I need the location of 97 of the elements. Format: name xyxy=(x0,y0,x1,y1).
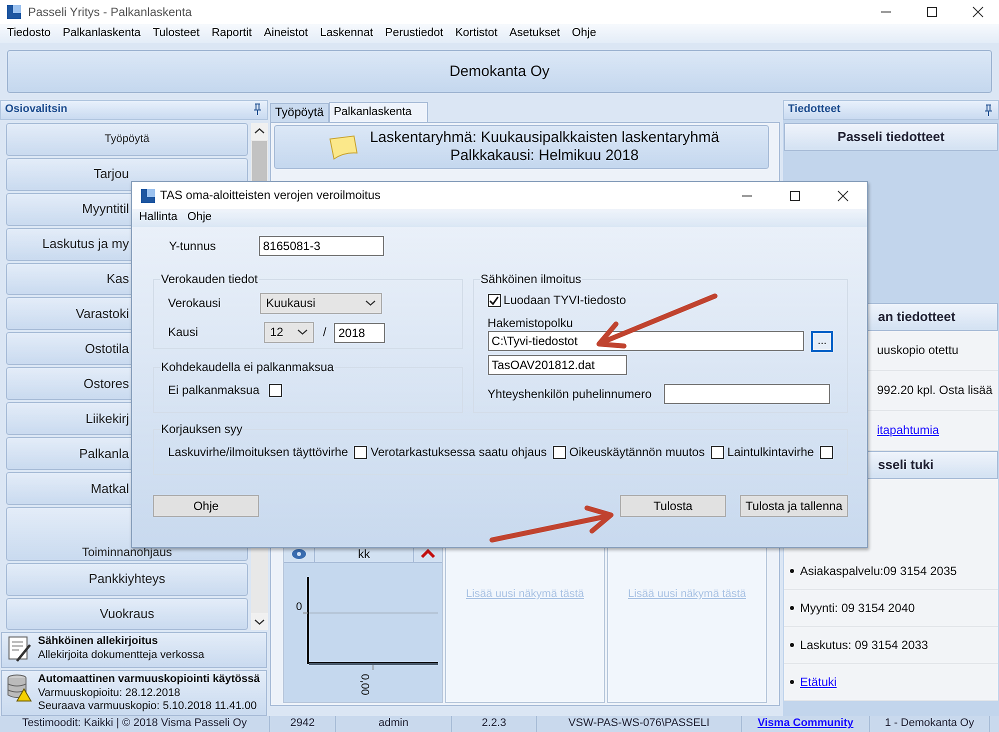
menu-item[interactable]: Ohje xyxy=(187,211,212,225)
menu-item[interactable]: Laskennat xyxy=(320,26,374,40)
app-icon xyxy=(140,188,156,204)
close-icon xyxy=(972,6,984,18)
dropdown-value: Kuukausi xyxy=(266,296,316,311)
menu-item[interactable]: Hallinta xyxy=(139,211,178,225)
bullet-icon xyxy=(790,569,794,573)
header-text: Laskentaryhmä: Kuukausipalkkaisten laskentaryhmä xyxy=(370,129,720,147)
pin-icon[interactable] xyxy=(983,104,994,116)
bullet-icon xyxy=(790,680,794,684)
status-text: admin xyxy=(378,717,408,731)
contact-text: Laskutus: 09 3154 2033 xyxy=(800,638,928,652)
close-icon xyxy=(837,190,849,202)
notice-title: Automaattinen varmuuskopiointi käytössä xyxy=(38,673,260,687)
field-label: Verokausi xyxy=(168,296,222,311)
checkbox-label: Luodaan TYVI-tiedosto xyxy=(504,293,626,308)
axis-label: 0 xyxy=(296,601,302,614)
notice-text: Varmuuskopioitu: 28.12.2018 xyxy=(38,686,182,700)
input-field[interactable]: 2018 xyxy=(334,322,386,342)
menu-item[interactable]: Tiedosto xyxy=(7,26,51,40)
module-button[interactable]: Työpöytä xyxy=(6,122,248,156)
panel-title: Tiedotteet xyxy=(788,103,840,117)
field-label: Hakemistopolku xyxy=(488,316,574,331)
notice-text: Allekirjoita dokumentteja verkossa xyxy=(38,648,204,662)
collapse-icon[interactable] xyxy=(420,547,436,561)
eye-icon[interactable] xyxy=(291,547,307,561)
pin-icon[interactable] xyxy=(252,103,263,116)
menu-item[interactable]: Raportit xyxy=(212,26,252,40)
notice-panel[interactable]: Sähköinen allekirjoitus Allekirjoita dokumentteja verkossa xyxy=(1,632,267,668)
input-field[interactable]: 8165081-3 xyxy=(259,236,384,256)
field-label: Yhteyshenkilön puhelinnumero xyxy=(488,386,652,401)
axis-label: 0,00 xyxy=(357,674,370,696)
input-field[interactable] xyxy=(664,384,830,404)
menu-item[interactable]: Palkanlaskenta xyxy=(62,26,141,40)
dropdown[interactable]: Kuukausi xyxy=(260,293,382,314)
menu-item[interactable]: Ohje xyxy=(572,26,596,40)
checkbox[interactable] xyxy=(269,384,282,397)
module-button[interactable]: Pankkiyhteys xyxy=(6,562,248,596)
checkbox[interactable] xyxy=(710,446,724,459)
group-title: Korjauksen syy xyxy=(160,423,244,435)
notice-panel[interactable]: Automaattinen varmuuskopiointi käytössä Varmuuskopioitu: 28.12.2018 Seuraava varmuuskopio: 5.10.2018 11.41.00 xyxy=(1,670,267,716)
notice-title: Sähköinen allekirjoitus xyxy=(38,635,159,649)
support-link[interactable]: Etätuki xyxy=(800,674,837,690)
database-warning-icon xyxy=(6,673,32,704)
tab[interactable]: Työpöytä xyxy=(270,103,329,122)
app-icon xyxy=(6,4,22,20)
scroll-down-button[interactable] xyxy=(251,613,268,630)
checkbox[interactable] xyxy=(552,446,566,459)
checkmark-icon xyxy=(488,294,500,306)
maximize-icon xyxy=(926,6,938,18)
dialog-button[interactable]: Tulosta xyxy=(620,495,726,517)
module-button[interactable]: Vuokraus xyxy=(6,598,248,630)
checkbox[interactable] xyxy=(488,294,501,307)
maximize-icon xyxy=(789,190,801,202)
news-text: 992.20 kpl. Osta lisää xyxy=(877,383,992,398)
status-text: 2.2.3 xyxy=(482,717,506,731)
community-link[interactable]: Visma Community xyxy=(758,717,854,731)
checkbox[interactable] xyxy=(820,446,833,459)
bullet-icon xyxy=(790,606,794,610)
input-field[interactable]: C:\Tyvi-tiedostot xyxy=(488,331,804,352)
bullet-icon xyxy=(790,643,794,647)
checkbox-label: Oikeuskäytännön muutos xyxy=(569,445,705,460)
menu-item[interactable]: Aineistot xyxy=(264,26,308,40)
field-label: Y-tunnus xyxy=(169,238,217,254)
panel-title: Osiovalitsin xyxy=(5,103,68,116)
checkbox-label: Verotarkastuksessa saatu ohjaus xyxy=(370,445,547,460)
contact-text: Asiakaspalvelu:09 3154 2035 xyxy=(800,564,957,578)
dialog-button[interactable]: Ohje xyxy=(153,495,259,517)
menu-item[interactable]: Kortistot xyxy=(455,26,498,40)
menu-item[interactable]: Perustiedot xyxy=(385,26,444,40)
status-text: 2942 xyxy=(290,717,315,731)
dropdown[interactable]: 12 xyxy=(264,322,314,343)
menu-item[interactable]: Tulosteet xyxy=(152,26,200,40)
window-title: Passeli Yritys - Palkanlaskenta xyxy=(28,4,192,20)
tab[interactable]: Palkanlaskenta xyxy=(328,102,428,122)
company-banner: Demokanta Oy xyxy=(7,50,992,93)
scroll-thumb[interactable] xyxy=(252,140,267,181)
status-text: VSW-PAS-WS-076\PASSELI xyxy=(568,717,710,731)
contact-text: Myynti: 09 3154 2040 xyxy=(800,600,915,616)
dialog-button[interactable]: Tulosta ja tallenna xyxy=(740,495,848,517)
section-heading[interactable]: Passeli tiedotteet xyxy=(784,123,998,151)
scroll-up-button[interactable] xyxy=(251,122,268,140)
status-text: 1 - Demokanta Oy xyxy=(884,717,974,731)
header-text: Palkkakausi: Helmikuu 2018 xyxy=(449,147,640,165)
news-link[interactable]: itapahtumia xyxy=(877,423,940,438)
status-text: Testimoodit: Kaikki | © 2018 Visma Passeli Oy xyxy=(22,717,247,731)
caret-icon xyxy=(365,300,376,307)
input-field[interactable]: TasOAV201812.dat xyxy=(488,354,627,375)
menu-item[interactable]: Asetukset xyxy=(509,26,560,40)
checkbox[interactable] xyxy=(354,446,368,459)
notice-text: Seuraava varmuuskopio: 5.10.2018 11.41.00 xyxy=(38,700,258,713)
browse-button[interactable]: ... xyxy=(811,330,833,352)
separator: / xyxy=(323,325,326,340)
dropdown-value: 12 xyxy=(270,325,284,340)
caret-icon xyxy=(297,329,308,336)
news-text: uuskopio otettu xyxy=(877,343,958,358)
group-title: Sähköinen ilmoitus xyxy=(480,273,582,285)
